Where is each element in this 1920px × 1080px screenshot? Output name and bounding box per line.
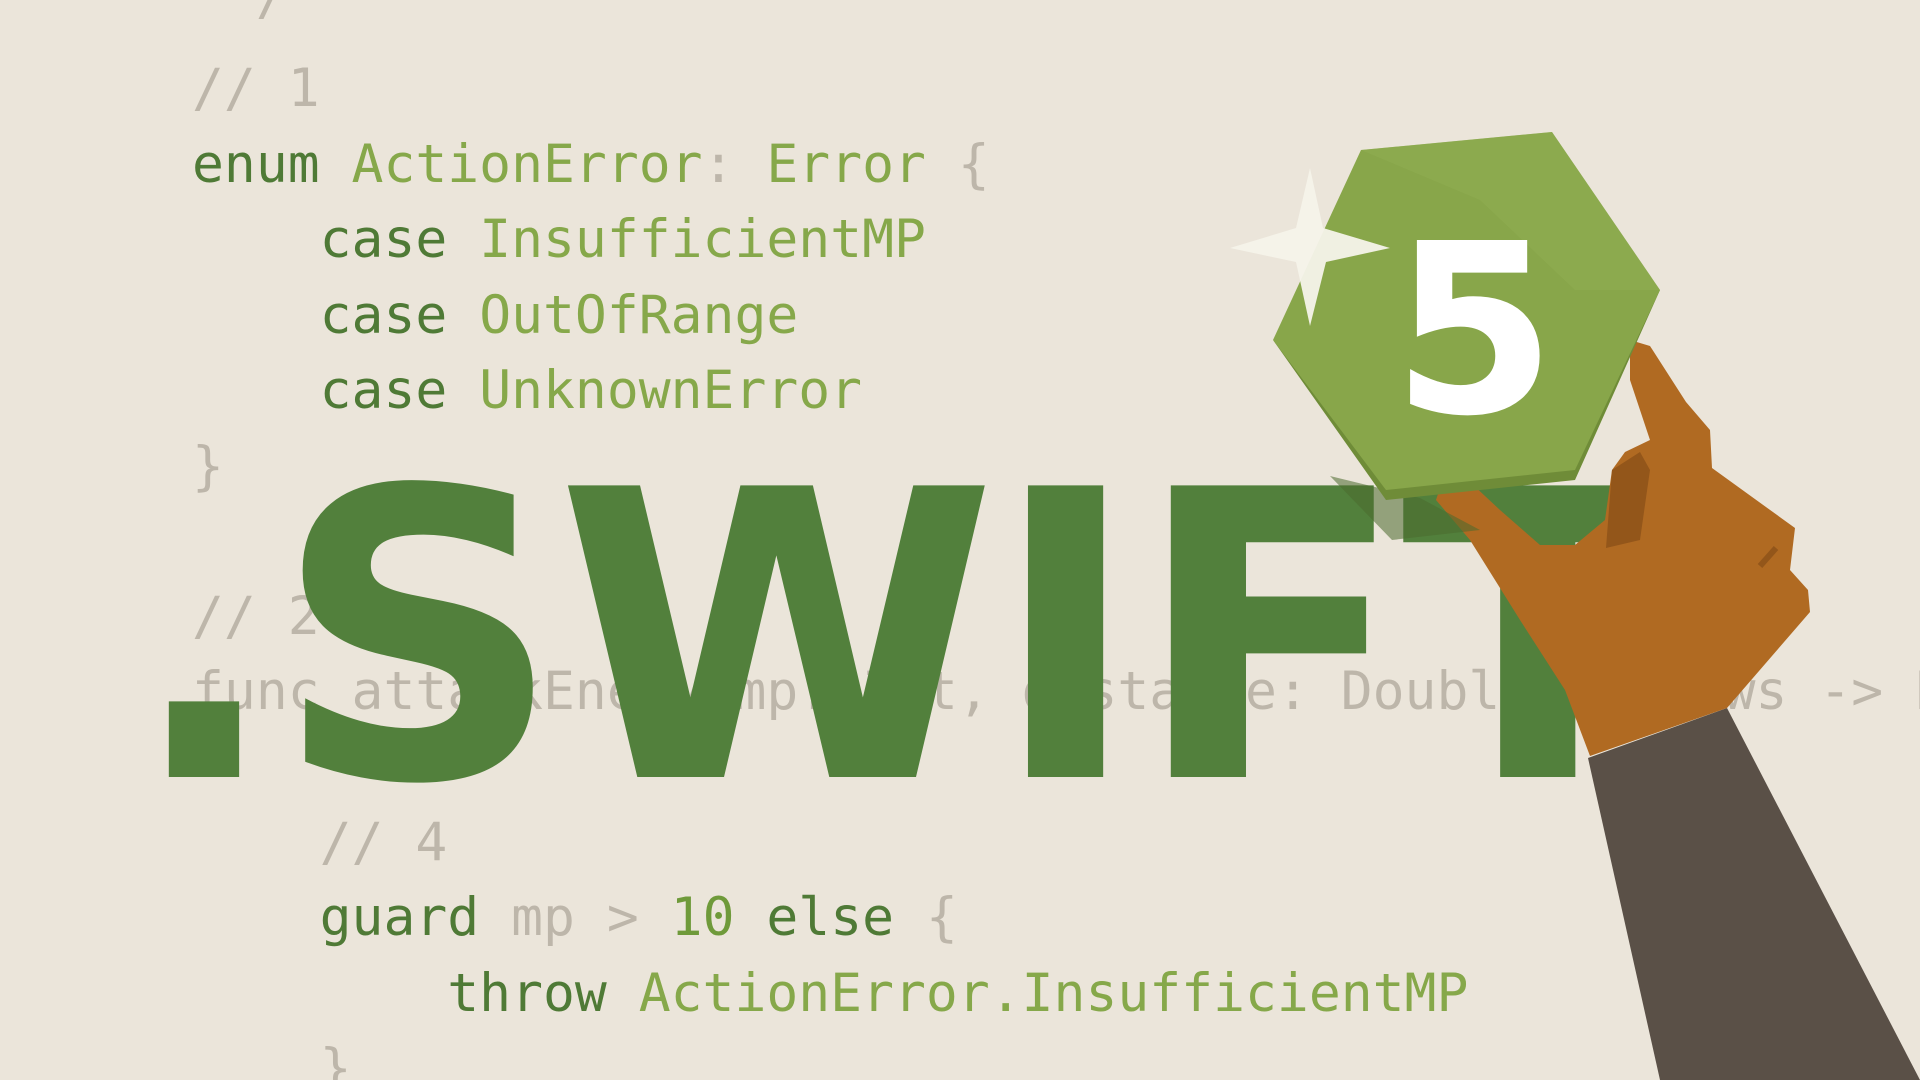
sleeve [1588,708,1920,1080]
hand-holding-badge-illustration: 5 [1230,132,1920,1080]
course-banner: */// 1enum ActionError: Error { case Ins… [0,0,1920,1080]
badge-number: 5 [1392,193,1556,468]
